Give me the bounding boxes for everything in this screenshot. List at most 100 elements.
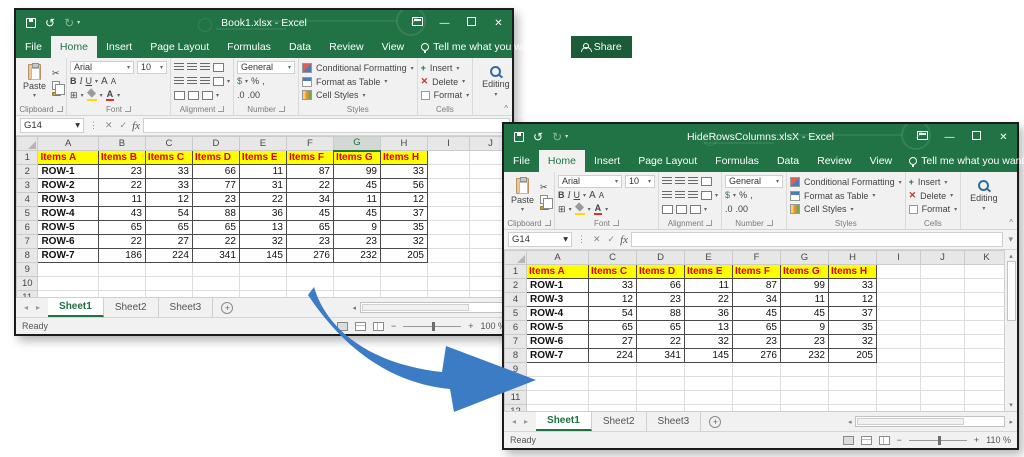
cell-I5[interactable] — [877, 307, 921, 321]
accounting-dropdown-icon[interactable]: ▾ — [245, 78, 248, 85]
cell-I5[interactable] — [427, 207, 469, 221]
column-header-H[interactable]: H — [380, 137, 427, 151]
cell-D2[interactable]: 66 — [192, 165, 239, 179]
cell-G7[interactable]: 23 — [333, 235, 380, 249]
tab-review[interactable]: Review — [320, 36, 372, 58]
column-header-I[interactable]: I — [427, 137, 469, 151]
cell-C8[interactable]: 224 — [589, 349, 637, 363]
align-right-icon[interactable] — [688, 191, 698, 199]
cell-J11[interactable] — [921, 391, 965, 405]
cell-F9[interactable] — [286, 263, 333, 277]
cell-C7[interactable]: 27 — [589, 335, 637, 349]
cell-G10[interactable] — [781, 377, 829, 391]
tab-file[interactable]: File — [504, 150, 539, 172]
format-as-table-button[interactable]: Format as Table▾ — [790, 189, 902, 203]
ribbon-display-options-button[interactable] — [404, 17, 431, 29]
column-header-K[interactable]: K — [965, 251, 1009, 265]
tab-view[interactable]: View — [861, 150, 902, 172]
cell-F7[interactable]: 23 — [286, 235, 333, 249]
cell-J4[interactable] — [921, 293, 965, 307]
cell-D3[interactable]: 77 — [192, 179, 239, 193]
cell-F1[interactable]: Items F — [286, 151, 333, 165]
font-color-dropdown-icon[interactable]: ▾ — [605, 206, 608, 213]
cell-C11[interactable] — [145, 291, 192, 298]
underline-button[interactable]: U — [86, 76, 93, 86]
cell-H3[interactable]: 56 — [380, 179, 427, 193]
cell-K10[interactable] — [965, 377, 1009, 391]
cell-E8[interactable]: 145 — [685, 349, 733, 363]
column-header-G[interactable]: G — [781, 251, 829, 265]
column-header-D[interactable]: D — [192, 137, 239, 151]
cell-E4[interactable]: 22 — [685, 293, 733, 307]
cell-E11[interactable] — [685, 391, 733, 405]
cell-D8[interactable]: 341 — [637, 349, 685, 363]
cell-B9[interactable] — [98, 263, 145, 277]
align-right-icon[interactable] — [200, 77, 210, 85]
cell-J10[interactable] — [921, 377, 965, 391]
row-header-9[interactable]: 9 — [17, 263, 38, 277]
cell-H11[interactable] — [829, 391, 877, 405]
wrap-text-icon[interactable] — [701, 177, 712, 186]
cell-E7[interactable]: 32 — [239, 235, 286, 249]
cell-J9[interactable] — [921, 363, 965, 377]
tell-me-box[interactable]: Tell me what you want to do — [901, 150, 1024, 172]
cell-F4[interactable]: 34 — [286, 193, 333, 207]
redo-icon[interactable]: ↻ — [552, 131, 562, 143]
cell-I7[interactable] — [877, 335, 921, 349]
cell-J12[interactable] — [921, 405, 965, 412]
cell-F2[interactable]: 87 — [733, 279, 781, 293]
tab-page-layout[interactable]: Page Layout — [629, 150, 706, 172]
cell-C4[interactable]: 12 — [589, 293, 637, 307]
cell-D9[interactable] — [192, 263, 239, 277]
column-header-A[interactable]: A — [527, 251, 589, 265]
decrease-decimal-icon[interactable]: .00 — [736, 204, 749, 214]
cell-K4[interactable] — [965, 293, 1009, 307]
collapse-ribbon-icon[interactable]: ^ — [1009, 218, 1013, 227]
delete-button[interactable]: ✕ Delete▾ — [421, 75, 470, 89]
new-sheet-button[interactable]: + — [701, 412, 729, 431]
grow-font-button[interactable]: A — [589, 190, 596, 201]
cell-C4[interactable]: 12 — [145, 193, 192, 207]
cell-B3[interactable]: 22 — [98, 179, 145, 193]
cell-I4[interactable] — [877, 293, 921, 307]
cell-A6[interactable]: ROW-5 — [38, 221, 98, 235]
column-header-A[interactable]: A — [38, 137, 98, 151]
cell-C6[interactable]: 65 — [145, 221, 192, 235]
column-header-E[interactable]: E — [239, 137, 286, 151]
cell-D12[interactable] — [637, 405, 685, 412]
dialog-launcher-icon[interactable] — [218, 106, 224, 112]
cell-C11[interactable] — [589, 391, 637, 405]
cell-A8[interactable]: ROW-7 — [38, 249, 98, 263]
editing-button[interactable]: Editing▾ — [476, 60, 512, 103]
tab-data[interactable]: Data — [768, 150, 808, 172]
cell-F11[interactable] — [733, 391, 781, 405]
cell-I1[interactable] — [877, 265, 921, 279]
cell-F6[interactable]: 65 — [733, 321, 781, 335]
redo-icon[interactable]: ↻ — [64, 17, 74, 29]
cell-styles-button[interactable]: Cell Styles▾ — [302, 88, 414, 102]
cell-D1[interactable]: Items D — [637, 265, 685, 279]
conditional-formatting-button[interactable]: Conditional Formatting▾ — [302, 61, 414, 75]
shrink-font-button[interactable]: A — [111, 77, 116, 86]
cell-D6[interactable]: 65 — [192, 221, 239, 235]
cell-K11[interactable] — [965, 391, 1009, 405]
dialog-launcher-icon[interactable] — [125, 106, 131, 112]
cell-C9[interactable] — [145, 263, 192, 277]
cell-C3[interactable]: 33 — [145, 179, 192, 193]
undo-icon[interactable]: ↺ — [533, 131, 543, 143]
align-center-icon[interactable] — [675, 191, 685, 199]
next-sheet-icon[interactable]: ▸ — [524, 417, 528, 426]
cell-G8[interactable]: 232 — [333, 249, 380, 263]
delete-button[interactable]: ✕ Delete▾ — [909, 189, 958, 203]
cell-B4[interactable]: 11 — [98, 193, 145, 207]
accounting-format-icon[interactable]: $ — [725, 190, 730, 200]
tab-formulas[interactable]: Formulas — [706, 150, 768, 172]
fill-dropdown-icon[interactable]: ▾ — [100, 92, 103, 99]
cell-D11[interactable] — [192, 291, 239, 298]
row-header-11[interactable]: 11 — [17, 291, 38, 298]
formula-input[interactable] — [143, 118, 510, 133]
dialog-launcher-icon[interactable] — [57, 106, 63, 112]
copy-icon[interactable] — [52, 81, 60, 90]
cell-D5[interactable]: 88 — [192, 207, 239, 221]
cell-I11[interactable] — [877, 391, 921, 405]
